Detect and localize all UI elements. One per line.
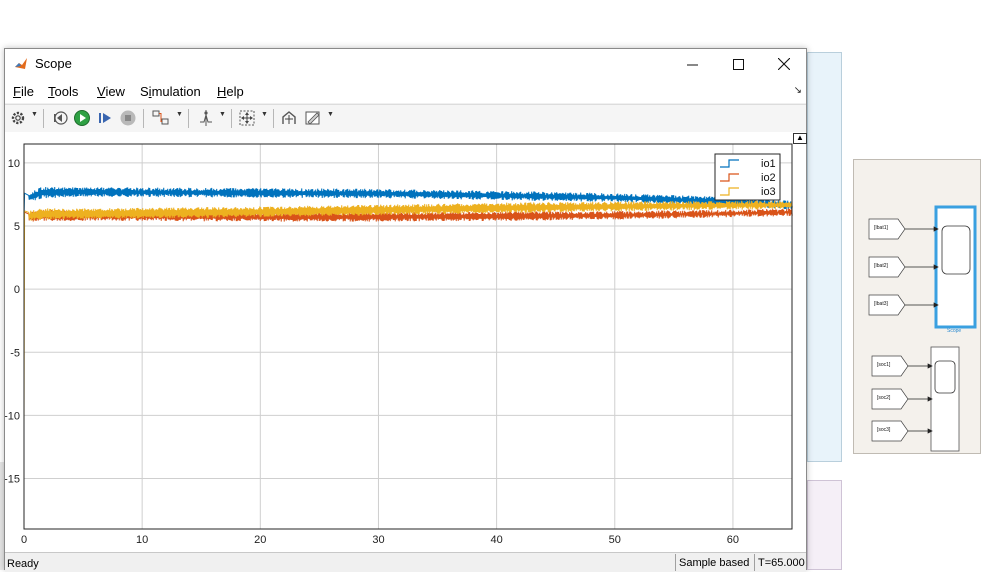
from-tag-ibat3[interactable]: [Ibat3]	[874, 302, 888, 307]
menu-bar: File Tools View Simulation Help ↘	[5, 79, 806, 103]
y-tick-label: -15	[5, 474, 20, 486]
plot-area[interactable]: ▲ 0 10 20 30 40 50 60 10 5 0 -5 -10 -15 io1 io2 io3	[5, 132, 807, 552]
cursor-measurements-button[interactable]	[278, 108, 300, 128]
settings-button[interactable]	[9, 108, 27, 128]
sample-mode-indicator: Sample based	[675, 554, 754, 571]
menu-tools[interactable]: Tools	[48, 84, 78, 99]
from-tag-soc3[interactable]: [soc3]	[877, 428, 890, 433]
stop-icon	[120, 110, 136, 126]
maximize-button[interactable]	[715, 49, 761, 79]
cursor-measurements-icon	[282, 111, 296, 124]
settings-dropdown-icon[interactable]: ▼	[31, 111, 38, 118]
model-diagram	[868, 205, 977, 452]
style-button[interactable]	[302, 108, 324, 128]
menu-file[interactable]: File	[13, 84, 34, 99]
undock-arrow-icon[interactable]: ↘	[794, 85, 802, 96]
y-tick-label: 0	[14, 284, 20, 296]
close-button[interactable]	[761, 49, 807, 79]
toolbar-separator	[188, 109, 189, 128]
toolbar: ▼ ▼ ▼ ▼ ▼	[5, 104, 806, 133]
x-tick-label: 20	[254, 534, 266, 546]
trigger-button[interactable]	[195, 108, 217, 128]
toolbar-separator	[143, 109, 144, 128]
x-tick-label: 50	[609, 534, 621, 546]
signal-selector-dropdown-icon[interactable]: ▼	[176, 111, 183, 118]
trigger-dropdown-icon[interactable]: ▼	[219, 111, 226, 118]
title-bar[interactable]: Scope	[5, 49, 806, 79]
background-window-panel-lower	[807, 480, 842, 570]
close-icon	[778, 58, 790, 70]
legend-label-io3: io3	[761, 186, 776, 198]
window-title: Scope	[35, 56, 72, 71]
y-tick-label: 10	[8, 158, 20, 170]
from-tag-ibat1[interactable]: [Ibat1]	[874, 226, 888, 231]
matlab-icon	[14, 57, 28, 71]
from-tag-ibat2[interactable]: [Ibat2]	[874, 264, 888, 269]
x-tick-label: 0	[21, 534, 27, 546]
run-icon	[74, 110, 90, 126]
toolbar-separator	[231, 109, 232, 128]
step-forward-icon	[99, 113, 111, 123]
scope-block-label: Scope	[947, 328, 962, 334]
signal-selector-icon	[152, 110, 169, 125]
run-button[interactable]	[72, 108, 92, 128]
legend-label-io1: io1	[761, 158, 776, 170]
toolbar-separator	[273, 109, 274, 128]
x-tick-label: 40	[490, 534, 502, 546]
zoom-dropdown-icon[interactable]: ▼	[261, 111, 268, 118]
x-tick-label: 60	[727, 534, 739, 546]
x-tick-label: 30	[372, 534, 384, 546]
simulink-model-canvas[interactable]: [Ibat1] [Ibat2] [Ibat3] Scope [soc1] [so…	[853, 159, 981, 454]
x-tick-label: 10	[136, 534, 148, 546]
style-dropdown-icon[interactable]: ▼	[327, 111, 334, 118]
y-tick-label: -5	[10, 347, 20, 359]
zoom-fit-button[interactable]	[236, 108, 258, 128]
style-icon	[305, 111, 320, 125]
minimize-icon	[686, 64, 698, 65]
background-window-panel	[807, 52, 842, 462]
status-bar: Ready Sample based T=65.000	[5, 552, 806, 572]
menu-help[interactable]: Help	[217, 84, 244, 99]
scope-window[interactable]: Scope File Tools View Simulation Help ↘ …	[4, 48, 807, 572]
legend-label-io2: io2	[761, 172, 776, 184]
time-indicator: T=65.000	[754, 554, 806, 571]
menu-view[interactable]: View	[97, 84, 125, 99]
status-text: Ready	[7, 558, 39, 570]
y-tick-label: 5	[14, 221, 20, 233]
signal-selector-button[interactable]	[150, 108, 172, 128]
from-tag-soc1[interactable]: [soc1]	[877, 363, 890, 368]
step-forward-button[interactable]	[95, 108, 115, 128]
maximize-icon	[732, 58, 744, 70]
menu-simulation[interactable]: Simulation	[140, 84, 201, 99]
stop-button[interactable]	[118, 108, 138, 128]
line-chart[interactable]: 0 10 20 30 40 50 601050-5-10-15io1io2io3	[5, 132, 806, 552]
minimize-button[interactable]	[669, 49, 715, 79]
zoom-fit-icon	[239, 110, 255, 126]
settings-icon	[11, 111, 25, 125]
toolbar-separator	[43, 109, 44, 128]
step-back-button[interactable]	[50, 108, 70, 128]
y-tick-label: -10	[5, 410, 20, 422]
from-tag-soc2[interactable]: [soc2]	[877, 396, 890, 401]
step-back-icon	[54, 111, 68, 125]
trigger-icon	[200, 110, 212, 126]
